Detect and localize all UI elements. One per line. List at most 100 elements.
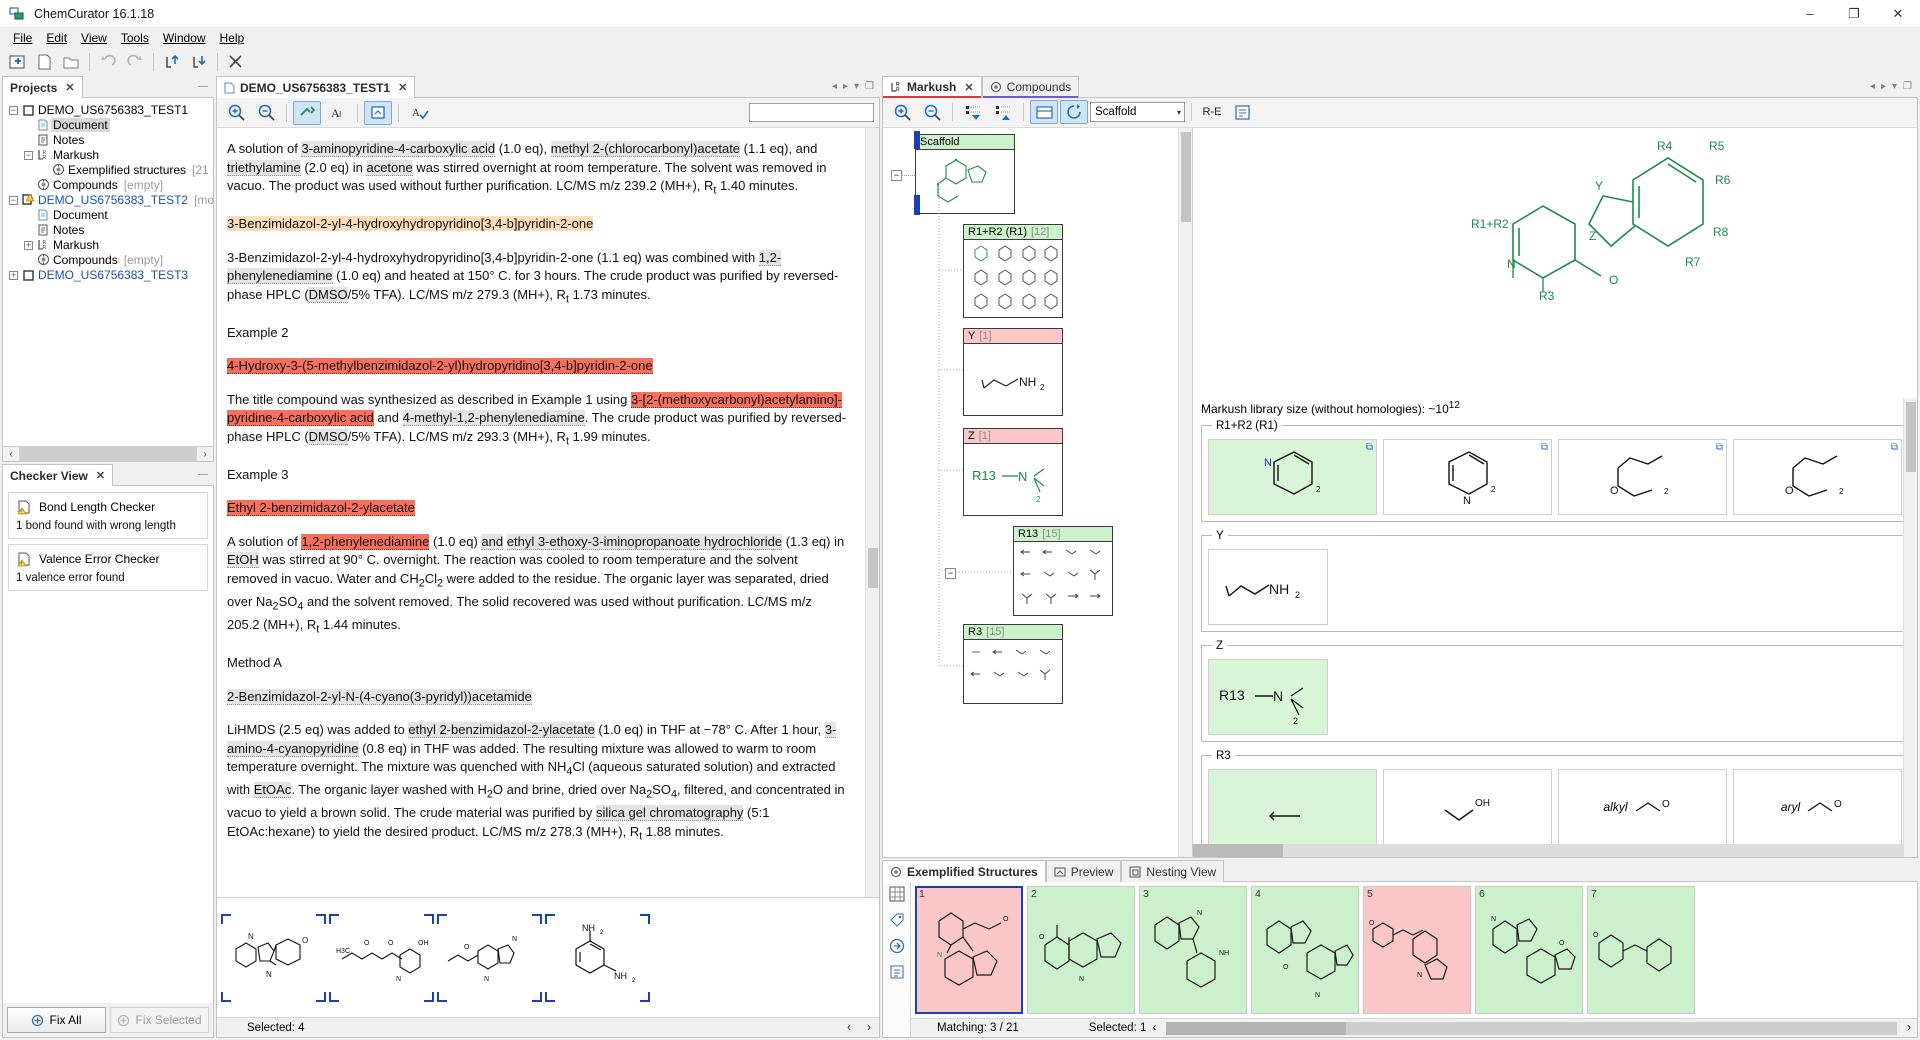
tag-icon[interactable]	[889, 912, 905, 928]
rgroup-cell-y-1[interactable]: NH2	[1208, 549, 1328, 625]
scroll-thumb[interactable]	[1906, 402, 1916, 472]
fix-all-button[interactable]: Fix All	[7, 1007, 106, 1033]
minimize-panel-icon[interactable]: —	[198, 81, 208, 92]
annotated-entity[interactable]: 1,2-phenylenediamine	[301, 534, 429, 550]
nav-prev-icon[interactable]: ◂	[1870, 81, 1875, 92]
exemplified-structure-cell[interactable]: 2ON	[1027, 886, 1135, 1014]
menu-edit[interactable]: Edit	[39, 29, 74, 47]
markush-node-tree[interactable]: Scaffold	[883, 128, 1193, 857]
annotated-entity[interactable]: silica gel chromatography	[596, 805, 743, 821]
import-icon[interactable]	[159, 50, 185, 74]
tab-markush[interactable]: RR Markush ✕	[882, 76, 982, 98]
menu-tools[interactable]: Tools	[114, 29, 156, 47]
scroll-left-icon[interactable]: ‹	[1146, 1022, 1162, 1034]
new-document-icon[interactable]	[31, 50, 57, 74]
maximize-button[interactable]: ❐	[1832, 0, 1876, 28]
document-text[interactable]: A solution of 3-aminopyridine-4-carboxyl…	[217, 128, 865, 897]
exemplified-cells[interactable]: 1ON2ON3NNH4ON5ON6NO7O	[911, 882, 1917, 1018]
annotated-entity[interactable]: DMSO	[309, 287, 348, 303]
tree-item[interactable]: Exemplified structures[21 structures]	[3, 162, 213, 177]
checker-item[interactable]: !Valence Error Checker1 valence error fo…	[8, 544, 208, 591]
rgroup-cell-r1-3[interactable]: O2⧉	[1558, 439, 1727, 515]
tree-expander[interactable]: −	[7, 195, 20, 205]
tree-item[interactable]: −DEMO_US6756383_TEST1	[3, 102, 213, 117]
view-mode-select[interactable]: Scaffold ▾	[1090, 102, 1185, 122]
zoom-in-icon[interactable]	[888, 100, 916, 124]
checker-item[interactable]: !Bond Length Checker1 bond found with wr…	[8, 492, 208, 539]
structure-thumbnail-strip[interactable]: ONNH3COONOHONNNH2NH2	[217, 897, 879, 1017]
tree-item[interactable]: +RRMarkush	[3, 237, 213, 252]
scroll-right-icon[interactable]: ›	[1901, 1022, 1917, 1034]
strip-scroll-left-icon[interactable]: ‹	[839, 1022, 859, 1034]
minimize-panel-icon[interactable]: —	[198, 469, 208, 480]
markush-tree-vscrollbar[interactable]	[1178, 128, 1192, 857]
external-link-icon[interactable]: ⧉	[1891, 442, 1898, 453]
scroll-thumb[interactable]	[868, 548, 878, 588]
close-icon[interactable]: ✕	[964, 81, 973, 94]
scroll-track[interactable]	[19, 447, 197, 462]
menu-window[interactable]: Window	[156, 29, 213, 47]
minimize-button[interactable]: –	[1788, 0, 1832, 28]
open-folder-icon[interactable]	[58, 50, 84, 74]
close-button[interactable]: ✕	[1876, 0, 1920, 28]
exemplified-structure-cell[interactable]: 6NO	[1475, 886, 1583, 1014]
rgroup-cell-r1-1[interactable]: N2⧉	[1208, 439, 1377, 515]
image-extract-icon[interactable]	[364, 101, 392, 125]
rgroup-cell-r3-2[interactable]: OH	[1383, 769, 1552, 845]
tree-item[interactable]: Document	[3, 117, 213, 132]
maximize-panel-icon[interactable]: ❐	[865, 81, 874, 92]
tab-document-demo1[interactable]: DEMO_US6756383_TEST1 ✕	[216, 76, 415, 98]
close-icon[interactable]: ✕	[96, 469, 105, 482]
annotated-entity[interactable]: EtOH	[227, 552, 259, 568]
tree-item[interactable]: Notes	[3, 132, 213, 147]
tab-compounds[interactable]: Compounds	[982, 76, 1080, 98]
rgroup-cell-r1-4[interactable]: O2⧉	[1733, 439, 1902, 515]
search-input[interactable]	[749, 103, 874, 122]
scroll-right-icon[interactable]: ›	[197, 449, 213, 460]
layout-horizontal-icon[interactable]	[1030, 100, 1058, 124]
rgroup-cell-r1-2[interactable]: N2⧉	[1383, 439, 1552, 515]
layout-refresh-icon[interactable]	[1060, 100, 1088, 124]
external-link-icon[interactable]: ⧉	[1716, 442, 1723, 453]
scroll-thumb[interactable]	[1181, 132, 1191, 222]
annotated-entity[interactable]: 2-Benzimidazol-2-yl-N-(4-cyano(3-pyridyl…	[227, 689, 532, 705]
scroll-left-icon[interactable]: ‹	[3, 449, 19, 460]
rgroup-cell-z-1[interactable]: R13N2	[1208, 659, 1328, 735]
structure-select-icon[interactable]	[293, 101, 321, 125]
rgroup-definitions[interactable]: R1+R2 (R1)N2⧉N2⧉O2⧉O2⧉YNH2ZR13N2R3OHalky…	[1193, 420, 1917, 857]
tree-item[interactable]: −!DEMO_US6756383_TEST2[modified]	[3, 192, 213, 207]
tree-item[interactable]: Compounds[empty]	[3, 252, 213, 267]
edit-structure-icon[interactable]	[889, 964, 905, 980]
project-tree[interactable]: −DEMO_US6756383_TEST1DocumentNotes−RRMar…	[3, 98, 213, 446]
projects-hscrollbar[interactable]: ‹ ›	[3, 446, 213, 461]
annotated-entity[interactable]: ethyl 3-ethoxy-3-iminopropanoate hydroch…	[507, 534, 782, 550]
export-icon[interactable]	[186, 50, 212, 74]
text-annotate-icon[interactable]: AI	[323, 101, 351, 125]
tab-checker-view[interactable]: Checker View ✕	[2, 464, 113, 486]
expand-all-icon[interactable]	[989, 100, 1017, 124]
nav-menu-icon[interactable]: ▾	[1892, 81, 1897, 92]
markush-node-scaffold[interactable]: Scaffold	[915, 134, 1015, 214]
markush-node-r1r2[interactable]: R1+R2 (R1) [12]	[963, 224, 1063, 318]
annotated-entity[interactable]: 4-Hydroxy-3-(5-methylbenzimidazol-2-yl)h…	[227, 358, 653, 374]
close-icon[interactable]: ✕	[398, 81, 407, 94]
tab-exemplified-structures[interactable]: Exemplified Structures	[882, 860, 1046, 882]
annotated-entity[interactable]: 3-Benzimidazol-2-yl-4-hydroxyhydropyridi…	[227, 216, 593, 231]
exemplified-structure-cell[interactable]: 4ON	[1251, 886, 1359, 1014]
zoom-in-icon[interactable]	[222, 101, 250, 125]
node-collapse-toggle-r13[interactable]: −	[945, 568, 956, 579]
annotated-entity[interactable]: DMSO	[309, 429, 348, 445]
fix-selected-button[interactable]: Fix Selected	[110, 1007, 209, 1033]
nav-prev-icon[interactable]: ◂	[832, 81, 837, 92]
rgroup-hscrollbar[interactable]	[1193, 844, 1903, 857]
markush-node-y[interactable]: Y [1] NH 2	[963, 328, 1063, 416]
rgroup-vscrollbar[interactable]	[1903, 398, 1917, 857]
node-collapse-toggle-scaffold[interactable]: −	[891, 170, 902, 181]
annotated-entity[interactable]: Ethyl 2-benzimidazol-2-ylacetate	[227, 500, 415, 516]
menu-file[interactable]: File	[6, 29, 39, 47]
tree-expander[interactable]: −	[22, 150, 35, 160]
scroll-thumb[interactable]	[1193, 844, 1283, 857]
markush-node-r13[interactable]: R13 [15]	[1013, 526, 1113, 616]
document-vscrollbar[interactable]	[865, 128, 879, 897]
exemplified-hscrollbar[interactable]	[1166, 1022, 1897, 1035]
